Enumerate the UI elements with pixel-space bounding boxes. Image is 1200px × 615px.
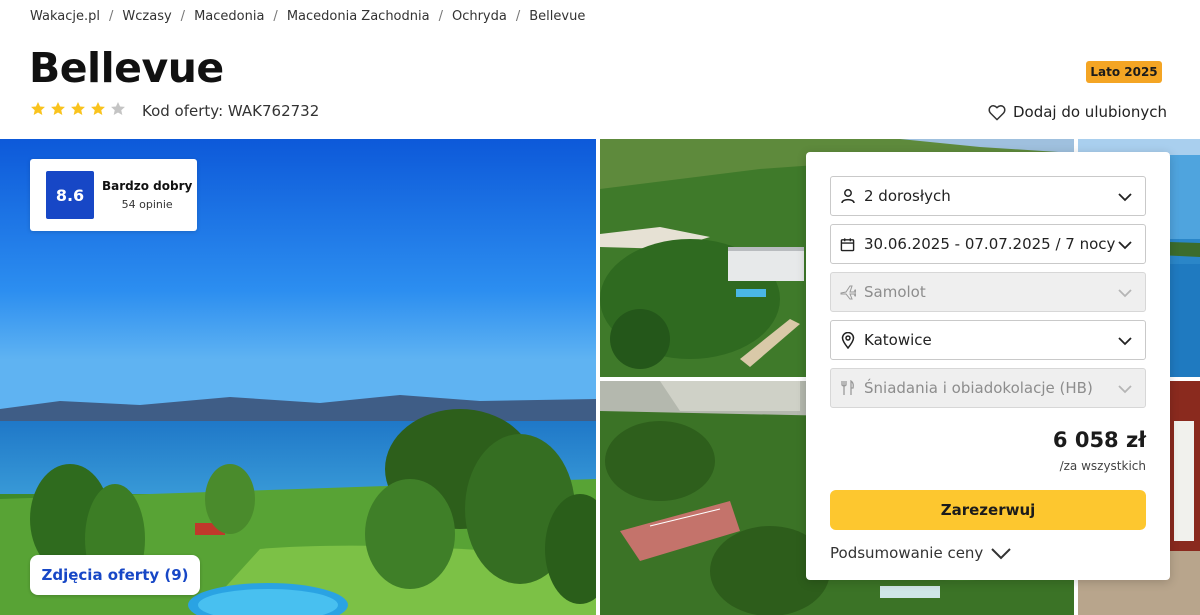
breadcrumb-separator: / <box>515 9 521 24</box>
season-badge: Lato 2025 <box>1086 61 1162 83</box>
departure-city-value: Katowice <box>864 331 932 349</box>
chevron-down-icon <box>1118 193 1132 202</box>
star-filled-icon <box>71 102 85 115</box>
reserve-button[interactable]: Zarezerwuj <box>830 490 1146 530</box>
star-empty-icon <box>111 102 125 115</box>
rating-count: 54 opinie <box>121 198 173 211</box>
travelers-select[interactable]: 2 dorosłych <box>830 176 1146 216</box>
price-note: /za wszystkich <box>1059 459 1146 473</box>
cutlery-icon <box>839 380 856 397</box>
breadcrumb-separator: / <box>438 9 443 24</box>
breadcrumb-separator: / <box>109 9 114 24</box>
departure-city-select[interactable]: Katowice <box>830 320 1146 360</box>
person-icon <box>839 188 856 205</box>
breadcrumb-item-current: Bellevue <box>529 9 586 24</box>
breadcrumb: Wakacje.pl / Wczasy / Macedonia / Macedo… <box>30 9 585 24</box>
rating-text: Bardzo dobry 54 opinie <box>102 179 192 211</box>
offer-photos-button[interactable]: Zdjęcia oferty (9) <box>30 555 200 595</box>
rating-card[interactable]: 8.6 Bardzo dobry 54 opinie <box>30 159 197 231</box>
board-value: Śniadania i obiadokolacje (HB) <box>864 379 1093 397</box>
board-select: Śniadania i obiadokolacje (HB) <box>830 368 1146 408</box>
offer-code: Kod oferty: WAK762732 <box>142 102 320 120</box>
dates-value: 30.06.2025 - 07.07.2025 / 7 nocy <box>864 235 1116 253</box>
add-to-favorites-label: Dodaj do ulubionych <box>1012 103 1167 121</box>
breadcrumb-item-macedonia[interactable]: Macedonia <box>194 9 264 24</box>
plane-icon <box>839 284 856 301</box>
star-filled-icon <box>51 102 65 115</box>
add-to-favorites-button[interactable]: Dodaj do ulubionych <box>988 103 1167 121</box>
heart-icon <box>988 104 1006 120</box>
chevron-down-icon <box>1118 337 1132 346</box>
breadcrumb-item-wakacje[interactable]: Wakacje.pl <box>30 9 100 24</box>
price-summary-label: Podsumowanie ceny <box>830 544 984 562</box>
star-rating <box>30 101 130 121</box>
transport-value: Samolot <box>864 283 926 301</box>
booking-panel: 2 dorosłych 30.06.2025 - 07.07.2025 / 7 … <box>806 152 1170 580</box>
location-pin-icon <box>839 331 856 349</box>
chevron-down-icon <box>991 548 1012 560</box>
hotel-stars-row: Kod oferty: WAK762732 <box>30 101 319 121</box>
breadcrumb-item-macedonia-zachodnia[interactable]: Macedonia Zachodnia <box>287 9 430 24</box>
travelers-value: 2 dorosłych <box>864 187 951 205</box>
breadcrumb-item-ochryda[interactable]: Ochryda <box>452 9 507 24</box>
chevron-down-icon <box>1118 241 1132 250</box>
star-filled-icon <box>31 102 45 115</box>
total-price: 6 058 zł <box>1052 428 1146 452</box>
chevron-down-icon <box>1118 289 1132 298</box>
breadcrumb-separator: / <box>180 9 186 24</box>
rating-label: Bardzo dobry <box>102 179 193 193</box>
star-filled-icon <box>91 102 105 115</box>
dates-select[interactable]: 30.06.2025 - 07.07.2025 / 7 nocy <box>830 224 1146 264</box>
breadcrumb-separator: / <box>273 9 278 24</box>
breadcrumb-item-wczasy[interactable]: Wczasy <box>122 9 171 24</box>
price-summary-toggle[interactable]: Podsumowanie ceny <box>830 544 1012 562</box>
calendar-icon <box>839 236 856 253</box>
rating-score: 8.6 <box>46 171 94 219</box>
chevron-down-icon <box>1118 385 1132 394</box>
transport-select: Samolot <box>830 272 1146 312</box>
hotel-title: Bellevue <box>29 44 224 92</box>
